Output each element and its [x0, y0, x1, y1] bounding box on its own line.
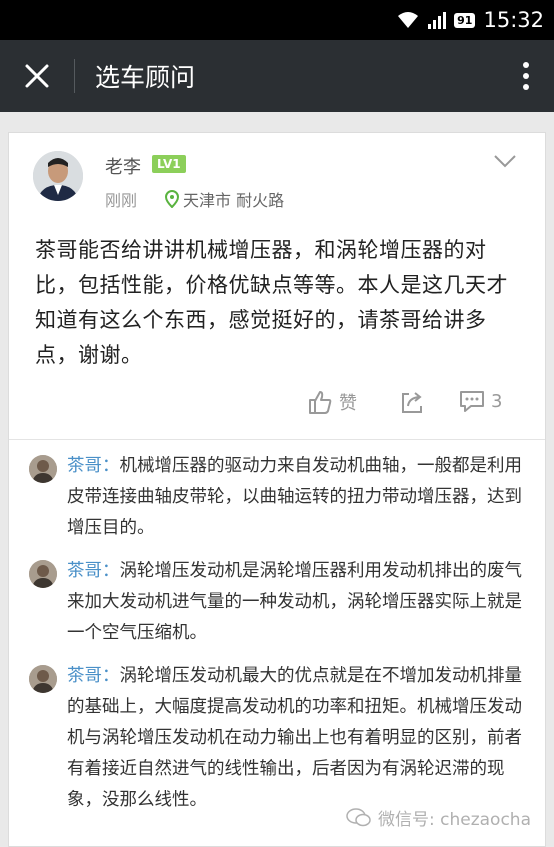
location-pin-icon — [165, 190, 179, 208]
comment-avatar — [29, 455, 57, 483]
like-button[interactable]: 赞 — [307, 389, 357, 415]
more-dot — [523, 62, 529, 68]
post-body: 茶哥能否给讲讲机械增压器，和涡轮增压器的对比，包括性能，价格优缺点等等。本人是这… — [35, 238, 508, 367]
watermark-text: 微信号: chezaocha — [378, 810, 531, 830]
app-bar-divider — [74, 59, 75, 93]
share-button[interactable] — [399, 389, 425, 415]
comment-avatar — [29, 665, 57, 693]
location-text: 天津市 耐火路 — [183, 191, 285, 210]
comment-avatar — [29, 560, 57, 588]
comment-item[interactable]: 茶哥：涡轮增压发动机是涡轮增压器利用发动机排出的废气来加大发动机进气量的一种发动… — [9, 556, 545, 649]
like-label: 赞 — [339, 393, 357, 414]
share-icon — [402, 392, 422, 413]
avatar-image — [33, 151, 83, 201]
page-title: 选车顾问 — [95, 63, 196, 92]
wifi-icon — [398, 12, 419, 28]
post-actions: 赞 3 — [9, 385, 545, 425]
comment-icon — [460, 391, 484, 412]
more-menu-button[interactable] — [498, 40, 554, 112]
comment-count: 3 — [491, 390, 503, 412]
comment-text: 机械增压器的驱动力来自发动机曲轴，一般都是利用皮带连接曲轴皮带轮，以曲轴运转的扭… — [67, 456, 522, 538]
more-dot — [523, 84, 529, 90]
signal-icon — [428, 11, 447, 29]
post-card: 老李 LV1 刚刚 天津市 耐火路 茶哥能否给讲讲机械增压器，和涡轮增压器的对比… — [8, 132, 546, 847]
author-name[interactable]: 老李 — [105, 153, 141, 179]
post-header: 老李 LV1 刚刚 天津市 耐火路 — [9, 133, 545, 219]
thumbs-up-icon — [309, 391, 332, 414]
comment-author[interactable]: 茶哥： — [67, 666, 120, 686]
battery-icon: 91 — [454, 12, 476, 28]
status-bar: 91 15:32 — [0, 0, 554, 40]
location: 天津市 耐火路 — [165, 187, 284, 211]
level-badge: LV1 — [152, 155, 186, 173]
watermark: 微信号: chezaocha — [346, 805, 531, 830]
close-button[interactable] — [0, 40, 74, 112]
app-bar: 选车顾问 — [0, 40, 554, 112]
comment-author[interactable]: 茶哥： — [67, 456, 120, 476]
comment-list: 茶哥：机械增压器的驱动力来自发动机曲轴，一般都是利用皮带连接曲轴皮带轮，以曲轴运… — [9, 451, 545, 828]
avatar[interactable] — [33, 151, 83, 201]
divider — [9, 439, 545, 440]
post-time: 刚刚 — [105, 191, 138, 210]
comment-button[interactable]: 3 — [459, 389, 502, 413]
close-icon — [25, 64, 49, 88]
expand-button[interactable] — [493, 153, 517, 172]
comment-text: 涡轮增压发动机是涡轮增压器利用发动机排出的废气来加大发动机进气量的一种发动机，涡… — [67, 561, 522, 643]
wechat-icon — [346, 807, 371, 826]
chevron-down-icon — [494, 155, 516, 168]
comment-author[interactable]: 茶哥： — [67, 561, 120, 581]
comment-text: 涡轮增压发动机最大的优点就是在不增加发动机排量的基础上，大幅度提高发动机的功率和… — [67, 666, 522, 810]
status-time: 15:32 — [483, 8, 544, 32]
comment-item[interactable]: 茶哥：涡轮增压发动机最大的优点就是在不增加发动机排量的基础上，大幅度提高发动机的… — [9, 661, 545, 816]
more-dot — [523, 73, 529, 79]
comment-item[interactable]: 茶哥：机械增压器的驱动力来自发动机曲轴，一般都是利用皮带连接曲轴皮带轮，以曲轴运… — [9, 451, 545, 544]
